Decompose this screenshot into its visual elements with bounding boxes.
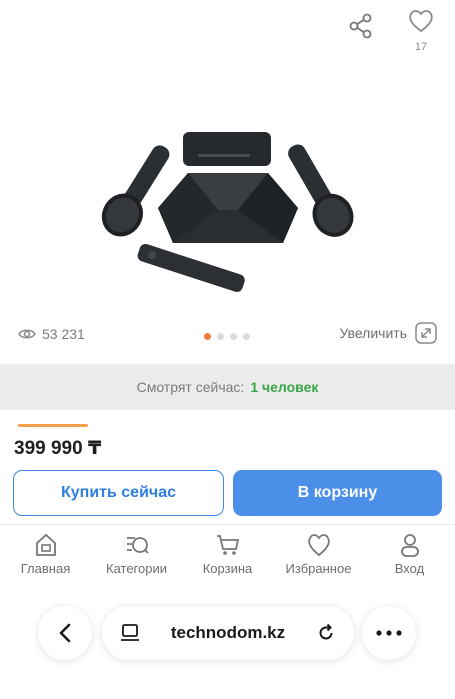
- watching-now-banner: Смотрят сейчас: 1 человек: [0, 364, 455, 410]
- reader-icon[interactable]: [120, 623, 140, 643]
- tab-login[interactable]: Вход: [364, 532, 455, 582]
- tab-favorites[interactable]: Избранное: [273, 532, 364, 582]
- url-text: technodom.kz: [170, 623, 286, 642]
- back-button[interactable]: [38, 606, 92, 660]
- address-bar[interactable]: technodom.kz: [102, 606, 354, 660]
- carousel-dot[interactable]: [204, 333, 211, 340]
- zoom-button[interactable]: Увеличить: [339, 322, 437, 344]
- watching-label: Смотрят сейчас:: [136, 379, 245, 395]
- tab-home[interactable]: Главная: [0, 532, 91, 582]
- tab-categories[interactable]: Категории: [91, 532, 182, 582]
- carousel-dot[interactable]: [217, 333, 224, 340]
- product-image[interactable]: [88, 118, 368, 304]
- tab-cart[interactable]: Корзина: [182, 532, 273, 582]
- expand-icon: [415, 322, 437, 344]
- top-actions: 17: [347, 8, 437, 56]
- tab-cart-label: Корзина: [202, 561, 253, 576]
- cart-icon: [216, 535, 239, 555]
- zoom-label: Увеличить: [339, 325, 407, 341]
- tab-favorites-label: Избранное: [285, 561, 352, 576]
- carousel-dot[interactable]: [230, 333, 237, 340]
- more-icon: [376, 630, 402, 636]
- watching-count: 1 человек: [250, 379, 319, 395]
- views-counter: 53 231: [18, 326, 85, 342]
- eye-icon: [18, 329, 36, 339]
- favorites-count: 17: [414, 41, 428, 53]
- favorite-button[interactable]: 17: [405, 8, 437, 53]
- divider: [0, 524, 455, 525]
- price-accent-bar: [18, 424, 88, 427]
- reload-icon[interactable]: [316, 623, 336, 643]
- home-icon: [35, 533, 56, 556]
- user-icon: [400, 534, 419, 557]
- share-icon[interactable]: [347, 12, 375, 40]
- tab-home-label: Главная: [20, 561, 71, 576]
- add-to-cart-button[interactable]: В корзину: [233, 470, 442, 516]
- more-button[interactable]: [362, 606, 416, 660]
- carousel-dot[interactable]: [243, 333, 250, 340]
- heart-icon: [307, 534, 330, 557]
- categories-search-icon: [126, 537, 149, 554]
- browser-toolbar: technodom.kz: [0, 600, 455, 666]
- tab-categories-label: Категории: [106, 561, 167, 576]
- bottom-tabbar: Главная Категории Корзина Избранное Вход: [0, 532, 455, 582]
- views-count: 53 231: [42, 326, 85, 342]
- heart-icon: [409, 10, 433, 33]
- buy-now-button[interactable]: Купить сейчас: [13, 470, 224, 516]
- chevron-left-icon: [59, 623, 71, 643]
- carousel-dots: [204, 333, 250, 340]
- tab-login-label: Вход: [394, 561, 425, 576]
- product-price: 399 990 ₸: [14, 438, 102, 459]
